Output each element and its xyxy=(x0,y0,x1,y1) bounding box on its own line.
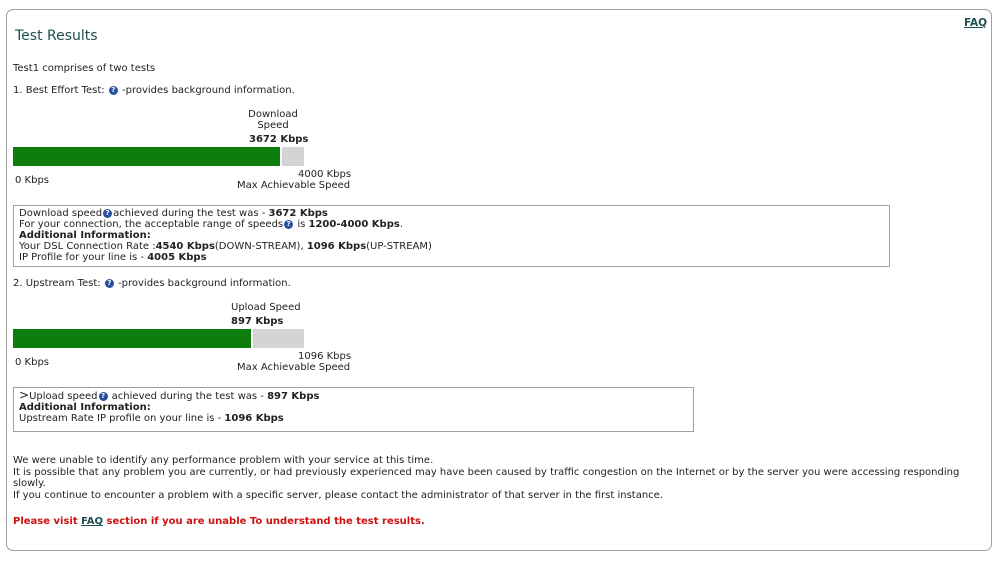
download-speed-bar xyxy=(13,147,304,166)
download-speed-heading: Download Speed xyxy=(243,109,303,131)
help-icon[interactable]: ? xyxy=(104,279,114,288)
faq-notice-post: section if you are unable To understand … xyxy=(103,516,425,527)
intro-text: Test1 comprises of two tests xyxy=(13,63,156,74)
test2-label-prefix: 2. Upstream Test: xyxy=(13,278,101,289)
upload-speed-bar xyxy=(13,329,304,348)
upload-speed-label: Upload Speed xyxy=(231,302,301,313)
upload-info-line-1: >Upload speed? achieved during the test … xyxy=(19,388,688,402)
upload-min-label: 0 Kbps xyxy=(15,357,50,368)
download-info-line-1: Download speed? achieved during the test … xyxy=(19,208,884,219)
download-info-line-2-label: For your connection, the acceptable rang… xyxy=(19,219,284,230)
download-speed-value: 3672 Kbps xyxy=(249,134,309,145)
summary-line-1: We were unable to identify any performan… xyxy=(13,455,434,466)
dsl-downstream-label: (DOWN-STREAM), xyxy=(214,241,307,252)
download-info-line-4: Your DSL Connection Rate :4540 Kbps(DOWN… xyxy=(19,241,884,252)
download-additional-heading-text: Additional Information: xyxy=(19,230,151,241)
upload-additional-heading: Additional Information: xyxy=(19,402,688,413)
summary-line-3: slowly. xyxy=(13,478,46,489)
dsl-upstream-value: 1096 Kbps xyxy=(306,241,367,252)
upload-info-line-1-text: achieved during the test was - xyxy=(108,391,268,402)
help-icon[interactable]: ? xyxy=(108,86,118,95)
ip-profile-value: 4005 Kbps xyxy=(147,252,207,263)
download-info-line-1-text: achieved during the test was - xyxy=(113,208,269,219)
summary-line-4: If you continue to encounter a problem w… xyxy=(13,489,663,501)
test1-label: 1. Best Effort Test: ? -provides backgro… xyxy=(13,85,295,96)
faq-notice: Please visit FAQ section if you are unab… xyxy=(13,516,425,527)
download-info-line-5: IP Profile for your line is - 4005 Kbps xyxy=(19,252,884,263)
upload-max-caption: Max Achievable Speed xyxy=(237,362,351,373)
upload-additional-heading-text: Additional Information: xyxy=(19,402,151,413)
summary-text: We were unable to identify any performan… xyxy=(13,455,959,501)
download-speed-result: 3672 Kbps xyxy=(268,208,328,219)
help-icon[interactable]: ? xyxy=(103,209,113,218)
upload-speed-bar-fill xyxy=(13,329,251,348)
test1-label-suffix: -provides background information. xyxy=(122,85,295,96)
faq-notice-link[interactable]: FAQ xyxy=(81,516,103,527)
upload-info-line-1-label: Upload speed xyxy=(29,391,98,402)
faq-link[interactable]: FAQ xyxy=(964,17,987,29)
upload-max-label: 1096 Kbps xyxy=(298,351,352,362)
download-info-line-2: For your connection, the acceptable rang… xyxy=(19,219,884,230)
upload-info-box: >Upload speed? achieved during the test … xyxy=(13,387,694,432)
download-speed-bar-divider xyxy=(280,147,282,166)
test2-label: 2. Upstream Test: ? -provides background… xyxy=(13,278,291,289)
upload-speed-bar-divider xyxy=(251,329,253,348)
upload-speed-result: 897 Kbps xyxy=(267,391,320,402)
ip-profile-label: IP Profile for your line is - xyxy=(19,252,148,263)
summary-line-2: It is possible that any problem you are … xyxy=(13,466,960,478)
dsl-rate-label: Your DSL Connection Rate : xyxy=(19,241,156,252)
download-additional-heading: Additional Information: xyxy=(19,230,884,241)
test1-label-prefix: 1. Best Effort Test: xyxy=(13,85,105,96)
upstream-profile-label: Upstream Rate IP profile on your line is… xyxy=(19,413,225,424)
download-info-line-2-text: is xyxy=(294,219,309,230)
download-speed-label-1: Download xyxy=(248,109,298,120)
download-speed-bar-fill xyxy=(13,147,280,166)
page-title: Test Results xyxy=(15,28,98,44)
dsl-downstream-value: 4540 Kbps xyxy=(155,241,215,252)
upload-speed-value: 897 Kbps xyxy=(231,316,284,327)
faq-notice-pre: Please visit xyxy=(13,516,82,527)
download-info-box: Download speed? achieved during the test … xyxy=(13,205,890,267)
download-min-label: 0 Kbps xyxy=(15,175,50,186)
download-speed-label-2: Speed xyxy=(257,120,289,131)
dsl-upstream-label: (UP-STREAM) xyxy=(366,241,432,252)
download-max-caption: Max Achievable Speed xyxy=(237,180,351,191)
upstream-profile-value: 1096 Kbps xyxy=(224,413,284,424)
upload-info-line-3: Upstream Rate IP profile on your line is… xyxy=(19,413,688,424)
download-info-line-1-label: Download speed xyxy=(19,208,103,219)
download-info-line-2-end: . xyxy=(399,219,404,230)
download-max-label: 4000 Kbps xyxy=(298,169,352,180)
help-icon[interactable]: ? xyxy=(284,220,294,229)
test2-label-suffix: -provides background information. xyxy=(118,278,291,289)
acceptable-range-value: 1200-4000 Kbps xyxy=(308,219,400,230)
help-icon[interactable]: ? xyxy=(98,392,108,401)
arrow-icon: > xyxy=(19,388,30,402)
